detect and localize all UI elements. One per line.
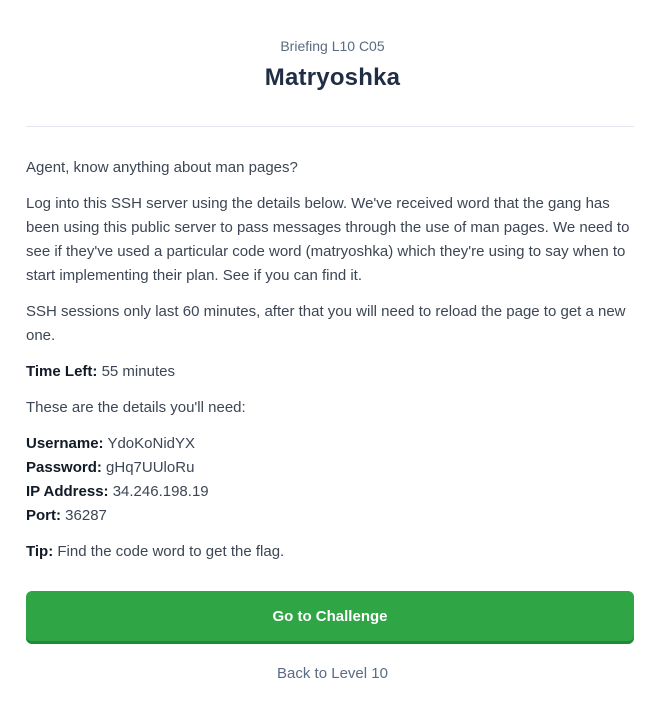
time-left: Time Left: 55 minutes	[26, 360, 634, 384]
password-value: gHq7UUloRu	[106, 459, 195, 476]
ip-label: IP Address:	[26, 483, 109, 500]
tip-label: Tip:	[26, 543, 54, 560]
ssh-details: Username: YdoKoNidYX Password: gHq7UUloR…	[26, 432, 634, 528]
details-intro: These are the details you'll need:	[26, 399, 246, 416]
tip: Tip: Find the code word to get the flag.	[26, 540, 634, 564]
page-title: Matryoshka	[264, 64, 401, 91]
port-value: 36287	[65, 507, 107, 524]
briefing-subtitle: Briefing L10 C05	[280, 38, 385, 54]
username-row: Username: YdoKoNidYX	[26, 432, 634, 456]
tip-value: Find the code word to get the flag.	[57, 543, 285, 560]
username-value: YdoKoNidYX	[107, 435, 196, 452]
briefing-paragraph: Log into this SSH server using the detai…	[26, 195, 630, 284]
port-row: Port: 36287	[26, 504, 634, 528]
port-label: Port:	[26, 507, 61, 524]
go-to-challenge-button[interactable]: Go to Challenge	[26, 591, 634, 641]
session-note: SSH sessions only last 60 minutes, after…	[26, 303, 626, 344]
briefing-content: Agent, know anything about man pages? Lo…	[26, 156, 634, 576]
ip-row: IP Address: 34.246.198.19	[26, 480, 634, 504]
briefing-page: Briefing L10 C05 Matryoshka Agent, know …	[0, 0, 665, 713]
password-row: Password: gHq7UUloRu	[26, 456, 634, 480]
password-label: Password:	[26, 459, 102, 476]
time-left-value: 55 minutes	[101, 363, 175, 380]
header-divider	[26, 126, 634, 127]
time-left-label: Time Left:	[26, 363, 98, 380]
briefing-intro: Agent, know anything about man pages?	[26, 159, 298, 176]
back-to-level-link[interactable]: Back to Level 10	[0, 665, 665, 682]
ip-value: 34.246.198.19	[112, 483, 209, 500]
username-label: Username:	[26, 435, 104, 452]
